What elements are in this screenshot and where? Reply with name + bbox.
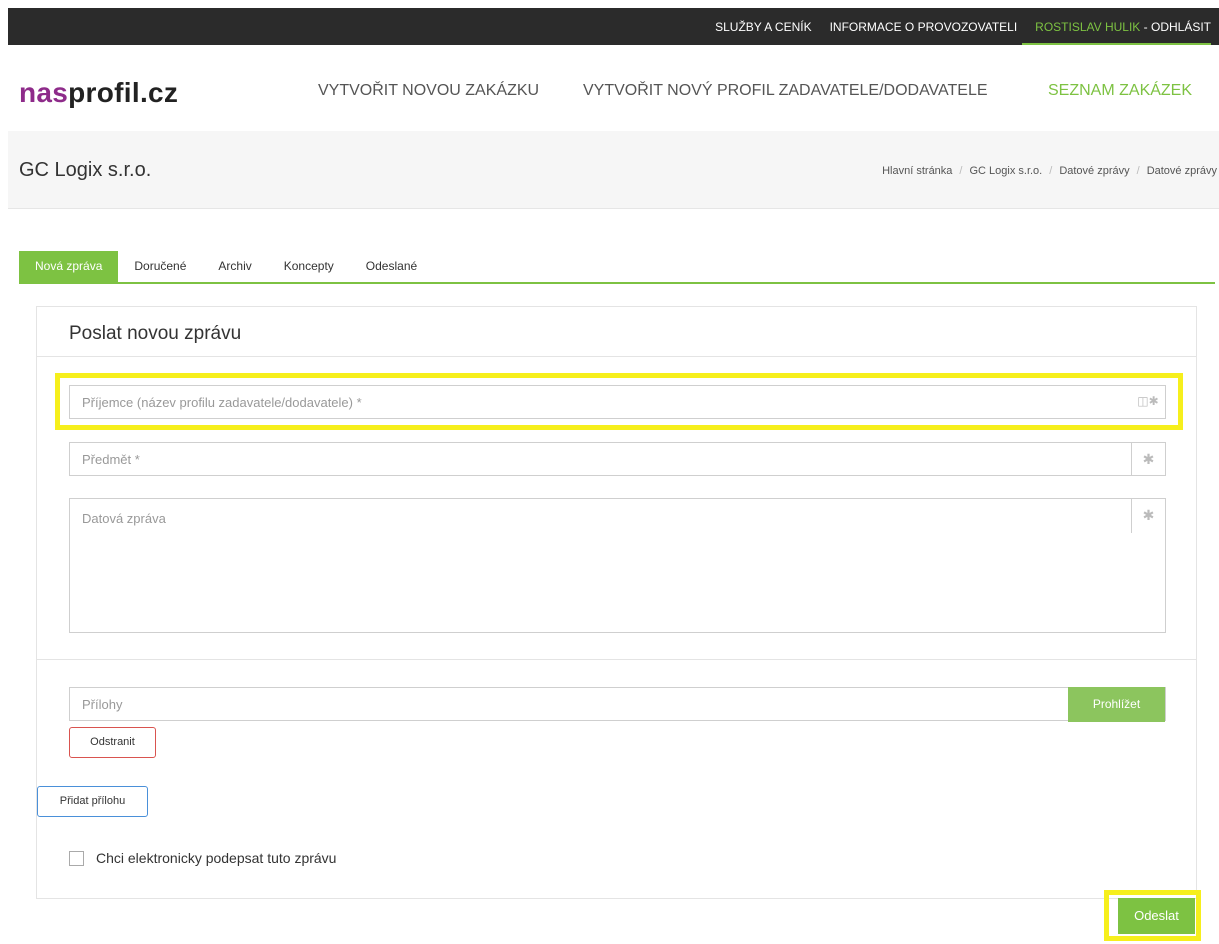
tab-archive[interactable]: Archiv — [202, 251, 267, 282]
breadcrumb-separator: / — [1136, 165, 1140, 177]
message-placeholder: Datová zpráva — [82, 511, 166, 526]
tab-sent[interactable]: Odeslané — [350, 251, 433, 282]
subject-placeholder: Předmět * — [82, 452, 140, 467]
logo-part2: profil.cz — [68, 77, 179, 108]
attachments-field[interactable]: Přílohy Prohlížet — [69, 687, 1166, 722]
page-title: GC Logix s.r.o. — [19, 159, 152, 181]
panel-divider — [37, 659, 1196, 660]
top-links: SLUŽBY A CENÍK INFORMACE O PROVOZOVATELI… — [697, 8, 1211, 45]
message-tabs: Nová zpráva Doručené Archiv Koncepty Ode… — [19, 251, 1215, 284]
main-nav: nasprofil.cz VYTVOŘIT NOVOU ZAKÁZKU VYTV… — [8, 45, 1219, 131]
breadcrumb-company[interactable]: GC Logix s.r.o. — [969, 165, 1042, 177]
user-name-link[interactable]: ROSTISLAV HULIK — [1035, 20, 1140, 34]
add-attachment-button[interactable]: Přidat přílohu — [37, 786, 148, 817]
top-bar: SLUŽBY A CENÍK INFORMACE O PROVOZOVATELI… — [8, 8, 1219, 45]
services-link[interactable]: SLUŽBY A CENÍK — [715, 20, 812, 34]
recipient-highlight — [55, 373, 1183, 430]
breadcrumb: Hlavní stránka / GC Logix s.r.o. / Datov… — [882, 165, 1217, 177]
tab-drafts[interactable]: Koncepty — [268, 251, 350, 282]
nav-new-contract[interactable]: VYTVOŘIT NOVOU ZAKÁZKU — [318, 82, 539, 100]
breadcrumb-home[interactable]: Hlavní stránka — [882, 165, 952, 177]
logo[interactable]: nasprofil.cz — [19, 77, 178, 109]
sign-checkbox[interactable] — [69, 850, 84, 866]
logout-link[interactable]: ODHLÁSIT — [1151, 20, 1211, 34]
breadcrumb-separator: / — [1049, 165, 1053, 177]
tab-inbox[interactable]: Doručené — [118, 251, 202, 282]
message-textarea[interactable]: Datová zpráva ✱ — [69, 498, 1166, 633]
sign-row: Chci elektronicky podepsat tuto zprávu — [69, 850, 336, 866]
panel-header: Poslat novou zprávu — [37, 307, 1196, 357]
asterisk-icon: ✱ — [1131, 443, 1165, 475]
sign-label[interactable]: Chci elektronicky podepsat tuto zprávu — [96, 850, 336, 866]
attachments-placeholder: Přílohy — [82, 697, 123, 712]
operator-info-link[interactable]: INFORMACE O PROVOZOVATELI — [830, 20, 1018, 34]
asterisk-icon: ✱ — [1131, 499, 1165, 533]
nav-contract-list[interactable]: SEZNAM ZAKÁZEK — [1048, 82, 1192, 100]
breadcrumb-separator: / — [959, 165, 963, 177]
logo-part1: nas — [19, 77, 69, 108]
send-highlight — [1104, 890, 1201, 941]
remove-attachment-button[interactable]: Odstranit — [69, 727, 156, 758]
subject-field[interactable]: Předmět * ✱ — [69, 442, 1166, 476]
nav-new-profile[interactable]: VYTVOŘIT NOVÝ PROFIL ZADAVATELE/DODAVATE… — [583, 82, 988, 100]
breadcrumb-messages[interactable]: Datové zprávy — [1059, 165, 1129, 177]
panel-title: Poslat novou zprávu — [69, 323, 242, 344]
user-separator: - — [1140, 19, 1151, 34]
browse-button[interactable]: Prohlížet — [1068, 687, 1165, 722]
page-header: GC Logix s.r.o. Hlavní stránka / GC Logi… — [8, 131, 1219, 209]
tab-new-message[interactable]: Nová zpráva — [19, 251, 119, 282]
breadcrumb-current: Datové zprávy — [1146, 165, 1217, 177]
